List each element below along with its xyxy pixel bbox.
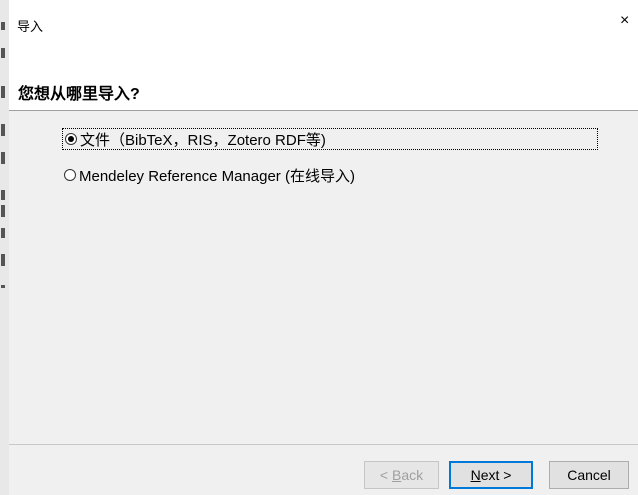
- option-file[interactable]: 文件（BibTeX，RIS，Zotero RDF等): [62, 128, 598, 150]
- option-mendeley[interactable]: Mendeley Reference Manager (在线导入): [64, 164, 355, 186]
- radio-checked-icon[interactable]: [65, 133, 77, 145]
- option-file-label: 文件（BibTeX，RIS，Zotero RDF等): [80, 131, 326, 149]
- button-bar: < Back Next > Cancel: [9, 444, 638, 495]
- page-heading: 您想从哪里导入?: [18, 86, 140, 103]
- back-button[interactable]: < Back: [364, 461, 439, 489]
- screen: 导入 × 您想从哪里导入? 文件（BibTeX，RIS，Zotero RDF等)…: [0, 0, 638, 495]
- option-mendeley-label: Mendeley Reference Manager (在线导入): [79, 167, 355, 185]
- title-bar: 导入 ×: [9, 0, 638, 44]
- next-button[interactable]: Next >: [449, 461, 533, 489]
- next-mnemonic: N: [470, 467, 481, 483]
- import-dialog: 导入 × 您想从哪里导入? 文件（BibTeX，RIS，Zotero RDF等)…: [9, 0, 638, 495]
- next-rest: ext >: [480, 467, 512, 483]
- back-rest: ack: [401, 467, 424, 483]
- options-panel: 文件（BibTeX，RIS，Zotero RDF等) Mendeley Refe…: [9, 111, 638, 444]
- cancel-button[interactable]: Cancel: [549, 461, 629, 489]
- close-icon[interactable]: ×: [620, 13, 634, 29]
- radio-unchecked-icon[interactable]: [64, 169, 76, 181]
- back-prefix: <: [379, 467, 392, 483]
- back-mnemonic: B: [391, 467, 402, 483]
- window-title: 导入: [17, 19, 44, 34]
